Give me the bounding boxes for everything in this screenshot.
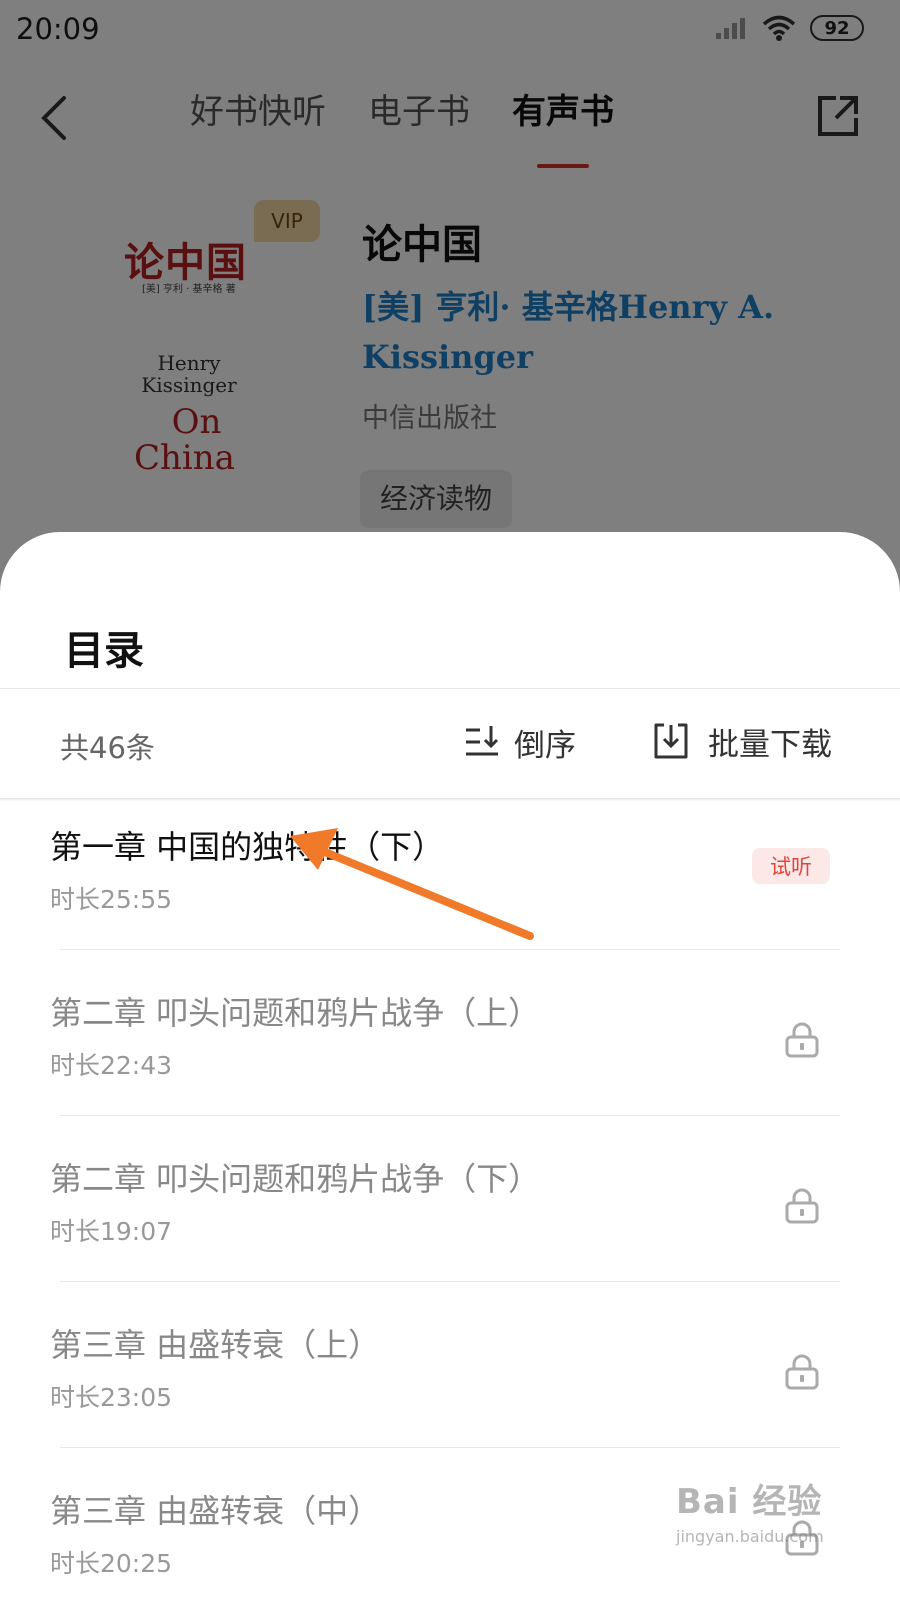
list-item[interactable]: 第三章 由盛转衰（上） 时长23:05	[0, 1282, 900, 1448]
lock-icon	[785, 1022, 819, 1058]
chapter-title: 第二章 叩头问题和鸦片战争（下）	[50, 1160, 541, 1198]
chapter-count: 共46条	[60, 731, 155, 765]
catalog-sheet: 目录 共46条 倒序 批量下载 第一章 中国的独特性（下） 时长25:55 试听	[0, 532, 900, 1600]
chapter-title: 第三章 由盛转衰（中）	[50, 1492, 381, 1530]
sheet-title: 目录	[64, 628, 144, 674]
list-item[interactable]: 第二章 叩头问题和鸦片战争（下） 时长19:07	[0, 1116, 900, 1282]
lock-icon	[785, 1354, 819, 1390]
sort-button[interactable]: 倒序	[464, 717, 576, 767]
chapter-title: 第二章 叩头问题和鸦片战争（上）	[50, 994, 541, 1032]
download-icon	[654, 723, 688, 759]
chapter-duration: 时长25:55	[50, 885, 173, 914]
chapter-title: 第三章 由盛转衰（上）	[50, 1326, 381, 1364]
watermark-url: jingyan.baidu.com	[676, 1527, 824, 1546]
chapter-duration: 时长23:05	[50, 1383, 173, 1412]
sort-icon	[466, 726, 499, 756]
chapter-duration: 时长19:07	[50, 1217, 173, 1246]
chapter-duration: 时长22:43	[50, 1051, 173, 1080]
sort-label: 倒序	[514, 727, 576, 764]
arrow-annotation	[290, 828, 534, 940]
watermark: Bai 经验 jingyan.baidu.com	[676, 1474, 846, 1546]
watermark-logo: Bai 经验	[676, 1482, 823, 1522]
catalog-toolbar: 共46条 倒序 批量下载	[0, 689, 900, 799]
batch-download-button[interactable]: 批量下载	[652, 713, 832, 769]
toolbar-shadow	[0, 798, 900, 801]
trial-badge[interactable]: 试听	[752, 848, 830, 884]
list-item[interactable]: 第二章 叩头问题和鸦片战争（上） 时长22:43	[0, 950, 900, 1116]
chapter-duration: 时长20:25	[50, 1549, 173, 1578]
download-label: 批量下载	[708, 726, 832, 763]
lock-icon	[785, 1188, 819, 1224]
